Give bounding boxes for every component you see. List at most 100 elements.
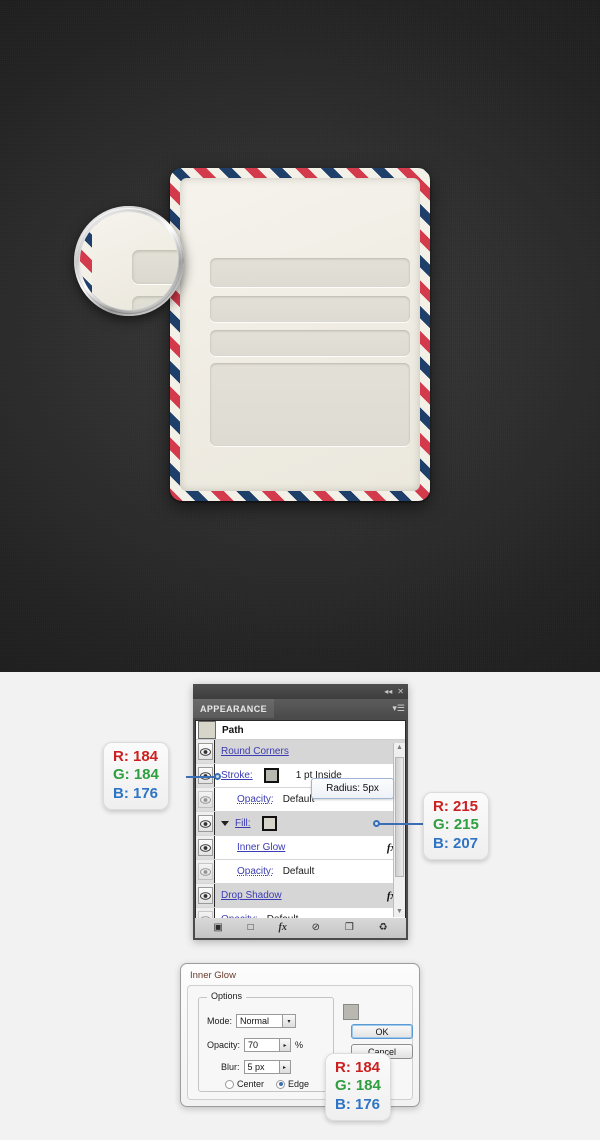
appearance-row-drop-shadow[interactable]: Drop Shadow fx [196,884,405,908]
scrollbar-thumb[interactable] [395,757,404,877]
callout-b-value: B: 176 [113,784,159,802]
envelope-field-3 [210,330,410,356]
ok-button[interactable]: OK [351,1024,413,1039]
blur-value: 5 px [247,1062,265,1072]
new-stroke-icon[interactable]: □ [248,923,254,933]
glow-color-swatch[interactable] [343,1004,359,1020]
row-content: Round Corners [215,746,405,757]
row-content: Drop Shadow fx [215,890,405,902]
row-path[interactable]: Path [196,721,405,740]
callout-fill-color: R: 215 G: 215 B: 207 [423,792,489,860]
opacity-unit: % [295,1040,304,1050]
callout-b-value: B: 176 [335,1095,381,1113]
row-content: Inner Glow fx [215,842,405,854]
visibility-toggle-round-corners[interactable] [196,740,215,763]
panel-footer: ▣ □ fx ⊘ ❐ ♻ [195,918,406,938]
mode-row: Mode: Normal ▾ [207,1014,297,1028]
radio-center-icon[interactable] [225,1079,234,1089]
panel-scrollbar[interactable]: ▲ ▼ [393,743,405,917]
leader-dot-fill [373,820,380,827]
row-label-fill-opacity[interactable]: Opacity: [237,866,274,877]
callout-g-value: G: 184 [335,1077,381,1095]
path-label: Path [222,724,244,736]
row-label-stroke[interactable]: Stroke: [221,770,253,781]
visibility-toggle-drop-shadow[interactable] [196,884,215,907]
panel-tabbar: APPEARANCE ▾☰ [193,699,408,718]
leader-line-fill [377,823,425,825]
appearance-rows: Round Corners Stroke: 1 pt Inside Opacity: D… [196,740,405,932]
tooltip-radius: Radius: 5px [311,778,394,799]
delete-item-icon[interactable]: ♻ [379,923,388,933]
leader-dot-stroke [214,773,221,780]
visibility-toggle-inner-glow[interactable] [196,836,215,859]
appearance-row-fill-opacity[interactable]: Opacity: Default [196,860,405,884]
visibility-toggle-fill-opacity[interactable] [196,860,215,883]
stroke-color-swatch[interactable] [263,768,279,783]
opacity-label: Opacity: [207,1040,241,1050]
row-value-stroke-opacity: Default [282,794,315,805]
stepper-icon[interactable]: ▸ [278,1061,290,1073]
visibility-toggle-stroke-opacity[interactable] [196,788,215,811]
eye-icon[interactable] [197,839,213,856]
opacity-input[interactable]: 70 ▸ [244,1038,292,1052]
radio-edge-icon[interactable] [276,1079,286,1089]
appearance-panel[interactable]: ◂◂ ✕ APPEARANCE ▾☰ Path Round Corners Str… [193,684,408,940]
callout-glow-color: R: 184 G: 184 B: 176 [325,1053,391,1121]
row-label-inner-glow[interactable]: Inner Glow [237,842,285,853]
eye-icon[interactable] [197,815,213,832]
radio-center[interactable]: Center [225,1079,264,1089]
visibility-toggle-fill[interactable] [196,812,215,835]
radio-edge[interactable]: Edge [276,1079,309,1089]
origin-radio-row: Center Edge [225,1079,309,1089]
eye-icon[interactable] [197,863,213,880]
tab-appearance[interactable]: APPEARANCE [193,699,275,718]
panel-menu-icon[interactable]: ▾☰ [392,704,405,713]
path-thumbnail [198,721,216,739]
callout-r-value: R: 215 [433,798,479,815]
panel-tab-filler: ▾☰ [274,699,408,718]
appearance-row-round-corners[interactable]: Round Corners [196,740,405,764]
row-label-round-corners[interactable]: Round Corners [221,746,289,757]
eye-icon[interactable] [197,791,213,808]
panel-titlebar: ◂◂ ✕ [193,684,408,699]
eye-icon[interactable] [197,887,213,904]
duplicate-item-icon[interactable]: ❐ [345,923,354,933]
appearance-row-inner-glow[interactable]: Inner Glow fx [196,836,405,860]
radio-edge-label: Edge [288,1079,310,1089]
envelope-field-4 [210,363,410,446]
blur-label: Blur: [221,1062,240,1072]
options-legend: Options [207,991,247,1001]
mode-select[interactable]: Normal ▾ [236,1014,297,1028]
panel-body: Path Round Corners Stroke: 1 pt Inside Opac… [195,720,406,932]
airmail-envelope [170,168,430,501]
eye-icon[interactable] [197,743,213,760]
clear-appearance-icon[interactable]: ⊘ [312,923,320,933]
opacity-row: Opacity: 70 ▸ % [207,1038,303,1052]
row-value-fill-opacity: Default [282,866,315,877]
close-icon[interactable]: ✕ [397,687,404,696]
stepper-icon[interactable]: ▸ [279,1039,291,1051]
row-label-drop-shadow[interactable]: Drop Shadow [221,890,282,901]
scroll-up-icon[interactable]: ▲ [396,743,403,753]
fx-menu-icon[interactable]: fx [278,923,286,933]
callout-r-value: R: 184 [335,1059,381,1076]
envelope-paper [180,178,420,491]
chevron-down-icon[interactable] [221,821,229,826]
options-group: Options Mode: Normal ▾ Opacity: 70 ▸ % B… [198,991,334,1092]
chevron-down-icon[interactable]: ▾ [282,1015,296,1027]
callout-stroke-color: R: 184 G: 184 B: 176 [103,742,169,810]
row-label-stroke-opacity[interactable]: Opacity: [237,794,274,805]
mode-label: Mode: [207,1016,233,1026]
leader-line-stroke [186,776,216,778]
dialog-title: Inner Glow [190,970,236,981]
new-fill-icon[interactable]: ▣ [213,923,222,933]
opacity-value: 70 [248,1040,259,1050]
callout-g-value: G: 184 [113,766,159,784]
scroll-down-icon[interactable]: ▼ [396,907,403,917]
row-label-fill[interactable]: Fill: [235,818,251,829]
blur-input[interactable]: 5 px ▸ [243,1060,291,1074]
callout-g-value: G: 215 [433,816,479,834]
envelope-field-1 [210,258,410,287]
fill-color-swatch[interactable] [261,816,277,831]
collapse-icon[interactable]: ◂◂ [384,687,392,696]
